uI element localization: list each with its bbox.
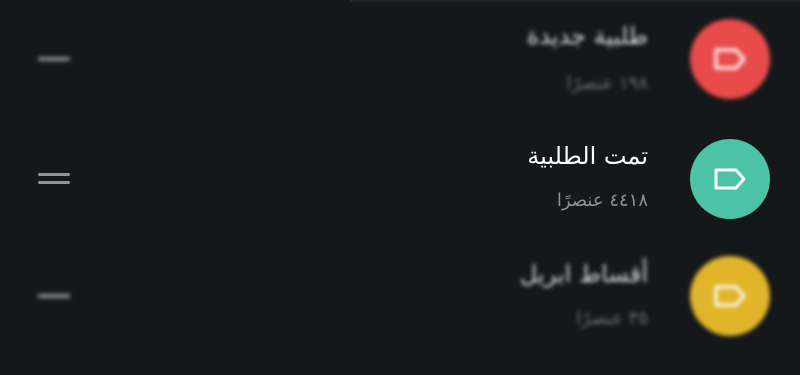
tag-icon <box>714 168 746 190</box>
list-item-title: أقساط ابريل <box>519 260 648 288</box>
list-item[interactable]: تمت الطلبية ٤٤١٨ عنصرًا <box>0 118 800 236</box>
label-color-avatar <box>690 19 770 99</box>
label-color-avatar <box>690 256 770 336</box>
drag-handle-icon[interactable] <box>38 57 70 71</box>
list-item-title: طلبية جديدة <box>526 22 648 50</box>
tag-icon <box>714 285 746 307</box>
list-item-title: تمت الطلبية <box>527 142 648 170</box>
drag-handle-icon[interactable] <box>38 294 70 308</box>
tag-icon <box>714 48 746 70</box>
label-color-avatar <box>690 139 770 219</box>
list-item-count: ٣٥ عنصرًا <box>576 308 648 329</box>
list-item-count: ٤٤١٨ عنصرًا <box>556 190 648 211</box>
label-list-screen: طلبية جديدة ١٩٨ عنصرًا تمت الطلبية ٤٤١٨ … <box>0 0 800 375</box>
list-item[interactable]: أقساط ابريل ٣٥ عنصرًا <box>0 236 800 354</box>
drag-handle-icon[interactable] <box>38 173 70 187</box>
list-item-count: ١٩٨ عنصرًا <box>566 73 648 94</box>
list-item[interactable]: طلبية جديدة ١٩٨ عنصرًا <box>0 0 800 118</box>
